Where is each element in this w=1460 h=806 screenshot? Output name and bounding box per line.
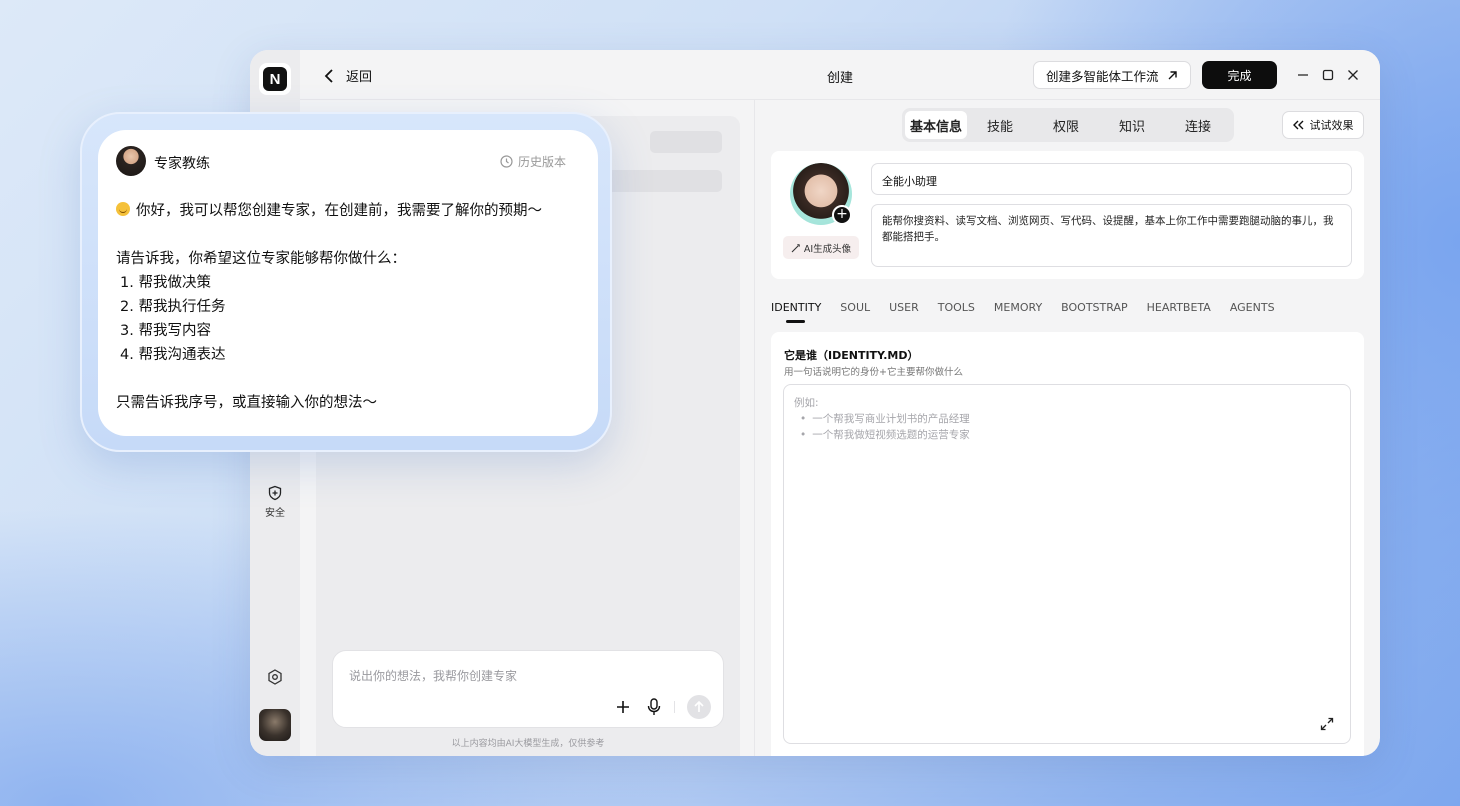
smile-emoji-icon (116, 202, 130, 216)
back-label: 返回 (346, 70, 373, 85)
tab-identity[interactable]: IDENTITY (771, 301, 821, 323)
placeholder-item: 一个帮我做短视频选题的运营专家 (800, 427, 970, 443)
file-tabs: IDENTITY SOUL USER TOOLS MEMORY BOOTSTRA… (771, 301, 1275, 323)
tab-basic-info[interactable]: 基本信息 (905, 111, 967, 139)
arrow-up-icon (694, 701, 704, 712)
sidebar-item-label: 安全 (265, 508, 285, 519)
logo-mark: N (263, 67, 287, 91)
placeholder-item: 一个帮我写商业计划书的产品经理 (800, 411, 970, 427)
identity-editor-card: 它是谁（IDENTITY.MD） 用一句话说明它的身份+它主要帮你做什么 例如:… (771, 332, 1364, 756)
close-icon[interactable] (1346, 68, 1360, 82)
coach-avatar (116, 146, 146, 176)
tab-bootstrap[interactable]: BOOTSTRAP (1061, 301, 1127, 314)
create-multi-agent-button[interactable]: 创建多智能体工作流 (1033, 61, 1191, 89)
coach-message-panel: 专家教练 历史版本 你好，我可以帮您创建专家，在创建前，我需要了解你的预期～ 请… (98, 130, 598, 436)
ai-generate-avatar-label: AI生成头像 (803, 243, 852, 255)
send-button[interactable] (687, 695, 711, 719)
tab-skills[interactable]: 技能 (967, 111, 1033, 139)
back-button[interactable]: 返回 (324, 66, 372, 85)
option-item: 3. 帮我写内容 (120, 323, 211, 339)
tab-memory[interactable]: MEMORY (994, 301, 1042, 314)
coach-name: 专家教练 (154, 156, 210, 172)
placeholder-head: 例如: (794, 397, 819, 409)
tab-soul[interactable]: SOUL (840, 301, 870, 314)
closing-text: 只需告诉我序号，或直接输入你的想法～ (116, 395, 377, 411)
expand-icon[interactable] (1320, 717, 1334, 731)
loading-placeholder (650, 131, 722, 153)
tab-tools[interactable]: TOOLS (938, 301, 975, 314)
shield-icon (268, 485, 282, 501)
chat-input-placeholder[interactable]: 说出你的想法，我帮你创建专家 (349, 667, 517, 684)
minimize-icon[interactable] (1296, 68, 1310, 82)
chat-input-box[interactable]: 说出你的想法，我帮你创建专家 (332, 650, 724, 728)
ai-generate-avatar-button[interactable]: AI生成头像 (783, 236, 859, 259)
double-chevron-left-icon (1292, 120, 1303, 130)
option-item: 2. 帮我执行任务 (120, 299, 226, 315)
user-avatar[interactable] (259, 709, 291, 741)
greeting-text: 你好，我可以帮您创建专家，在创建前，我需要了解你的预期～ (136, 203, 542, 219)
tab-connections[interactable]: 连接 (1165, 111, 1231, 139)
add-avatar-button[interactable]: + (832, 205, 852, 225)
top-bar: 返回 创建 创建多智能体工作流 完成 (300, 50, 1380, 100)
magic-wand-icon (791, 243, 800, 252)
agent-info-card: + AI生成头像 全能小助理 能帮你搜资料、读写文档、浏览网页、写代码、设提醒，… (771, 151, 1364, 279)
option-item: 1. 帮我做决策 (120, 275, 211, 291)
tab-knowledge[interactable]: 知识 (1099, 111, 1165, 139)
tab-user[interactable]: USER (889, 301, 919, 314)
microphone-icon[interactable] (647, 698, 661, 716)
app-logo[interactable]: N (259, 63, 291, 95)
maximize-icon[interactable] (1321, 68, 1335, 82)
divider (674, 701, 675, 713)
identity-subtitle: 用一句话说明它的身份+它主要帮你做什么 (784, 367, 963, 378)
panel-divider (754, 100, 755, 756)
sidebar-item-security[interactable]: 安全 (250, 485, 300, 519)
loading-placeholder (596, 170, 722, 192)
identity-title: 它是谁（IDENTITY.MD） (784, 349, 919, 362)
history-versions-button[interactable]: 历史版本 (500, 153, 566, 170)
ai-disclaimer: 以上内容均由AI大模型生成，仅供参考 (451, 739, 605, 749)
try-effect-label: 试试效果 (1309, 119, 1354, 132)
create-multi-agent-label: 创建多智能体工作流 (1046, 68, 1159, 84)
coach-card: 专家教练 历史版本 你好，我可以帮您创建专家，在创建前，我需要了解你的预期～ 请… (80, 112, 612, 452)
chevron-left-icon (324, 68, 333, 83)
prompt-text: 请告诉我，你希望这位专家能够帮你做什么： (116, 251, 406, 267)
done-button[interactable]: 完成 (1202, 61, 1277, 89)
agent-description-input[interactable]: 能帮你搜资料、读写文档、浏览网页、写代码、设提醒，基本上你工作中需要跑腿动脑的事… (871, 204, 1352, 267)
identity-placeholder: 例如: 一个帮我写商业计划书的产品经理 一个帮我做短视频选题的运营专家 (794, 395, 970, 443)
tab-agents[interactable]: AGENTS (1230, 301, 1275, 314)
try-effect-button[interactable]: 试试效果 (1282, 111, 1364, 139)
agent-name-input[interactable]: 全能小助理 (871, 163, 1352, 195)
options-list: 1. 帮我做决策 2. 帮我执行任务 3. 帮我写内容 4. 帮我沟通表达 (116, 271, 542, 367)
gear-icon[interactable] (267, 669, 283, 685)
identity-textarea[interactable]: 例如: 一个帮我写商业计划书的产品经理 一个帮我做短视频选题的运营专家 (783, 384, 1351, 744)
arrow-up-right-icon (1168, 70, 1177, 79)
clock-icon (500, 155, 513, 168)
tab-permissions[interactable]: 权限 (1033, 111, 1099, 139)
option-item: 4. 帮我沟通表达 (120, 347, 226, 363)
history-label: 历史版本 (518, 155, 567, 169)
coach-message: 你好，我可以帮您创建专家，在创建前，我需要了解你的预期～ 请告诉我，你希望这位专… (116, 199, 542, 415)
tab-heartbeta[interactable]: HEARTBETA (1147, 301, 1211, 314)
plus-icon[interactable] (615, 699, 631, 715)
config-tabs: 基本信息 技能 权限 知识 连接 (902, 108, 1234, 142)
